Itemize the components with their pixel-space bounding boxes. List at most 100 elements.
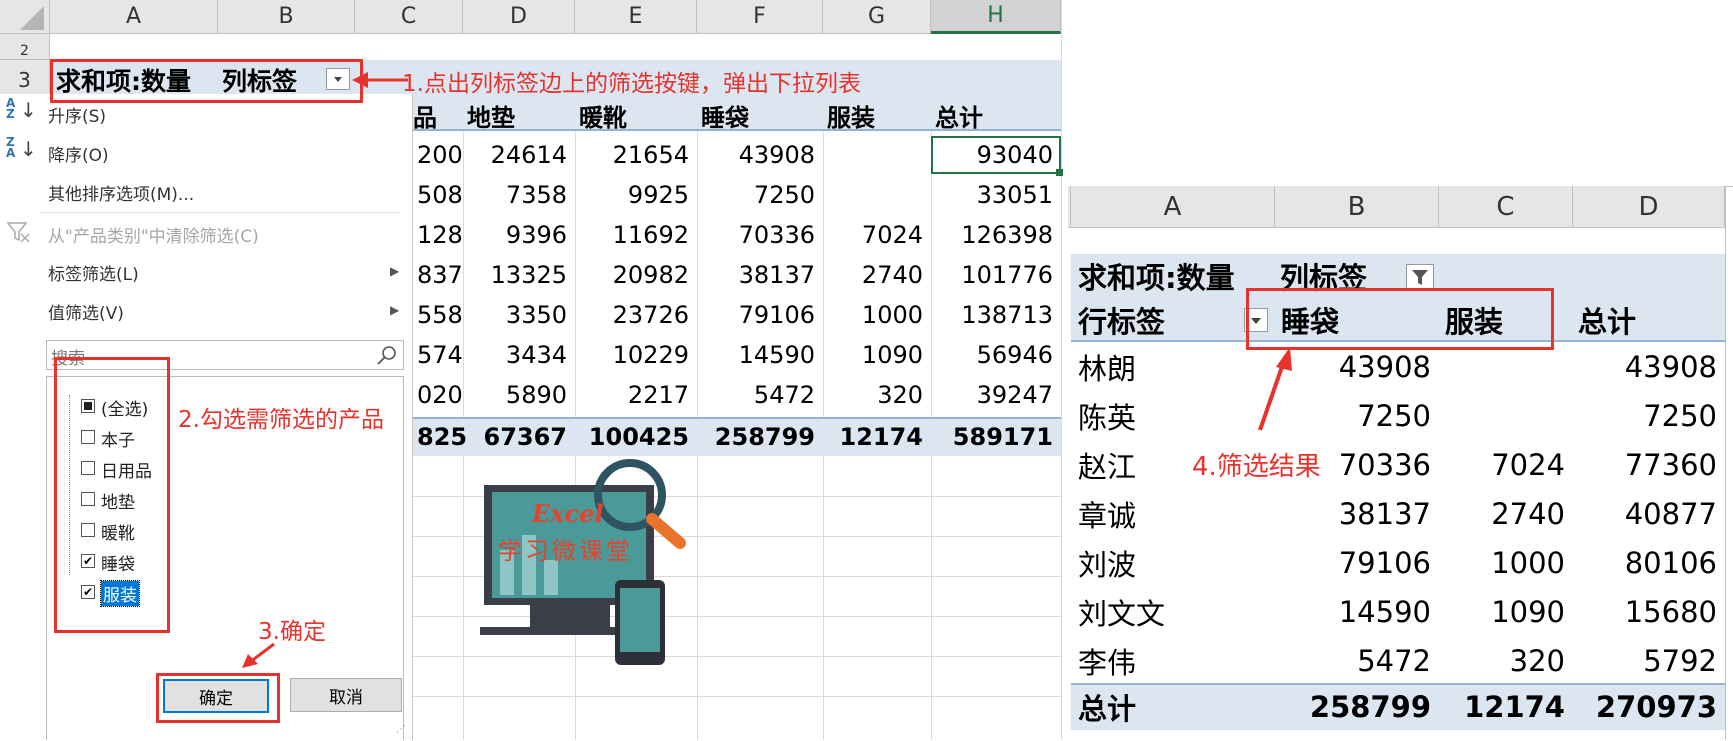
left-cell-mat[interactable]: 7358 [463, 176, 575, 214]
right-row-value[interactable]: 40877 [1573, 489, 1725, 538]
right-row-name[interactable]: 李伟 [1078, 636, 1136, 685]
column-filter-active-button[interactable] [1406, 264, 1434, 290]
left-total-partial[interactable]: 825 [413, 418, 467, 456]
left-cell-sleeping-bag[interactable]: 79106 [697, 296, 823, 334]
left-cell-total[interactable]: 39247 [931, 376, 1061, 414]
left-cell-total[interactable]: 138713 [931, 296, 1061, 334]
left-cell-mat[interactable]: 3434 [463, 336, 575, 374]
right-row-value[interactable]: 14590 [1275, 587, 1439, 636]
left-cell-partial[interactable]: 558 [413, 296, 463, 334]
right-row-value[interactable]: 77360 [1573, 440, 1725, 489]
left-cell-total[interactable]: 126398 [931, 216, 1061, 254]
left-cell-sleeping-bag[interactable]: 38137 [697, 256, 823, 294]
right-row-value[interactable]: 320 [1439, 636, 1573, 685]
right-row-value[interactable]: 80106 [1573, 538, 1725, 587]
left-cell-boots[interactable]: 20982 [575, 256, 697, 294]
left-cell-sleeping-bag[interactable]: 70336 [697, 216, 823, 254]
left-cell-boots[interactable]: 10229 [575, 336, 697, 374]
right-row-name[interactable]: 林朗 [1078, 342, 1136, 391]
left-total-mat[interactable]: 67367 [463, 418, 575, 456]
left-cell-sleeping-bag[interactable]: 7250 [697, 176, 823, 214]
left-cell-mat[interactable]: 3350 [463, 296, 575, 334]
left-cell-clothing[interactable]: 7024 [823, 216, 931, 254]
left-total-clothing[interactable]: 12174 [823, 418, 931, 456]
row-header-2[interactable]: 2 [0, 34, 50, 60]
left-cell-partial[interactable]: 200 [413, 136, 463, 174]
col-header-g[interactable]: G [823, 0, 931, 34]
left-cell-clothing[interactable]: 2740 [823, 256, 931, 294]
left-cell-total[interactable]: 56946 [931, 336, 1061, 374]
left-cell-sleeping-bag[interactable]: 14590 [697, 336, 823, 374]
right-row-value[interactable]: 79106 [1275, 538, 1439, 587]
logo-subtitle: 学习微课堂 [498, 537, 633, 565]
right-row-name[interactable]: 刘波 [1078, 538, 1136, 587]
right-row-name[interactable]: 陈英 [1078, 391, 1136, 440]
left-cell-clothing[interactable]: 1000 [823, 296, 931, 334]
right-row-value[interactable]: 5472 [1275, 636, 1439, 685]
left-cell-clothing[interactable] [823, 176, 931, 214]
left-cell-boots[interactable]: 23726 [575, 296, 697, 334]
right-row-value[interactable]: 2740 [1439, 489, 1573, 538]
col-header-b[interactable]: B [218, 0, 355, 34]
sort-desc-icon: ZA [6, 135, 16, 160]
highlight-column-label [50, 59, 363, 103]
right-row-value[interactable]: 15680 [1573, 587, 1725, 636]
col-title-sleeping-bag: 睡袋 [701, 103, 749, 132]
cancel-button[interactable]: 取消 [290, 678, 402, 712]
right-row-value[interactable]: 7024 [1439, 440, 1573, 489]
left-cell-mat[interactable]: 5890 [463, 376, 575, 414]
col-header-h[interactable]: H [931, 0, 1061, 34]
left-cell-mat[interactable]: 13325 [463, 256, 575, 294]
left-total-total[interactable]: 589171 [931, 418, 1061, 456]
resize-grip-icon[interactable]: ⋰ [396, 724, 406, 735]
right-row-name[interactable]: 章诚 [1078, 489, 1136, 538]
right-row-value[interactable]: 1000 [1439, 538, 1573, 587]
left-total-sleeping-bag[interactable]: 258799 [697, 418, 823, 456]
left-cell-clothing[interactable]: 320 [823, 376, 931, 414]
col-header-a[interactable]: A [50, 0, 218, 34]
right-row-name[interactable]: 赵江 [1078, 440, 1136, 489]
left-cell-sleeping-bag[interactable]: 43908 [697, 136, 823, 174]
left-cell-partial[interactable]: 128 [413, 216, 463, 254]
col-header-d[interactable]: D [463, 0, 575, 34]
left-cell-total[interactable]: 101776 [931, 256, 1061, 294]
menu-more-sort[interactable]: 其他排序选项(M)... [48, 180, 194, 205]
left-cell-boots[interactable]: 21654 [575, 136, 697, 174]
right-row-name[interactable]: 刘文文 [1078, 587, 1165, 636]
select-all-corner[interactable] [0, 0, 50, 34]
left-cell-boots[interactable]: 11692 [575, 216, 697, 254]
menu-sort-asc[interactable]: 升序(S) [48, 102, 106, 127]
active-cell[interactable] [931, 136, 1061, 174]
right-col-header-b[interactable]: B [1275, 186, 1439, 228]
left-cell-sleeping-bag[interactable]: 5472 [697, 376, 823, 414]
left-cell-boots[interactable]: 2217 [575, 376, 697, 414]
left-cell-boots[interactable]: 9925 [575, 176, 697, 214]
left-cell-partial[interactable]: 837 [413, 256, 463, 294]
right-row-value[interactable]: 5792 [1573, 636, 1725, 685]
left-cell-partial[interactable]: 508 [413, 176, 463, 214]
col-header-f[interactable]: F [697, 0, 823, 34]
menu-label-filter[interactable]: 标签筛选(L) [48, 260, 139, 285]
left-cell-total[interactable]: 33051 [931, 176, 1061, 214]
right-col-header-c[interactable]: C [1439, 186, 1573, 228]
left-cell-mat[interactable]: 24614 [463, 136, 575, 174]
left-cell-clothing[interactable]: 1090 [823, 336, 931, 374]
right-col-header-a[interactable]: A [1071, 186, 1275, 228]
left-total-boots[interactable]: 100425 [575, 418, 697, 456]
left-cell-partial[interactable]: 020 [413, 376, 463, 414]
right-row-value[interactable]: 43908 [1573, 342, 1725, 391]
left-cell-mat[interactable]: 9396 [463, 216, 575, 254]
col-title-clothing: 服装 [827, 103, 875, 132]
right-col-header-d[interactable]: D [1573, 186, 1725, 228]
left-cell-clothing[interactable] [823, 136, 931, 174]
col-header-c[interactable]: C [355, 0, 463, 34]
right-row-value[interactable]: 1090 [1439, 587, 1573, 636]
menu-sort-desc[interactable]: 降序(O) [48, 141, 109, 166]
left-cell-partial[interactable]: 574 [413, 336, 463, 374]
menu-value-filter[interactable]: 值筛选(V) [48, 299, 124, 324]
col-header-e[interactable]: E [575, 0, 697, 34]
right-row-value[interactable] [1439, 391, 1573, 440]
right-row-value[interactable]: 38137 [1275, 489, 1439, 538]
annotation-arrow-4 [1258, 347, 1292, 431]
right-row-value[interactable]: 7250 [1573, 391, 1725, 440]
